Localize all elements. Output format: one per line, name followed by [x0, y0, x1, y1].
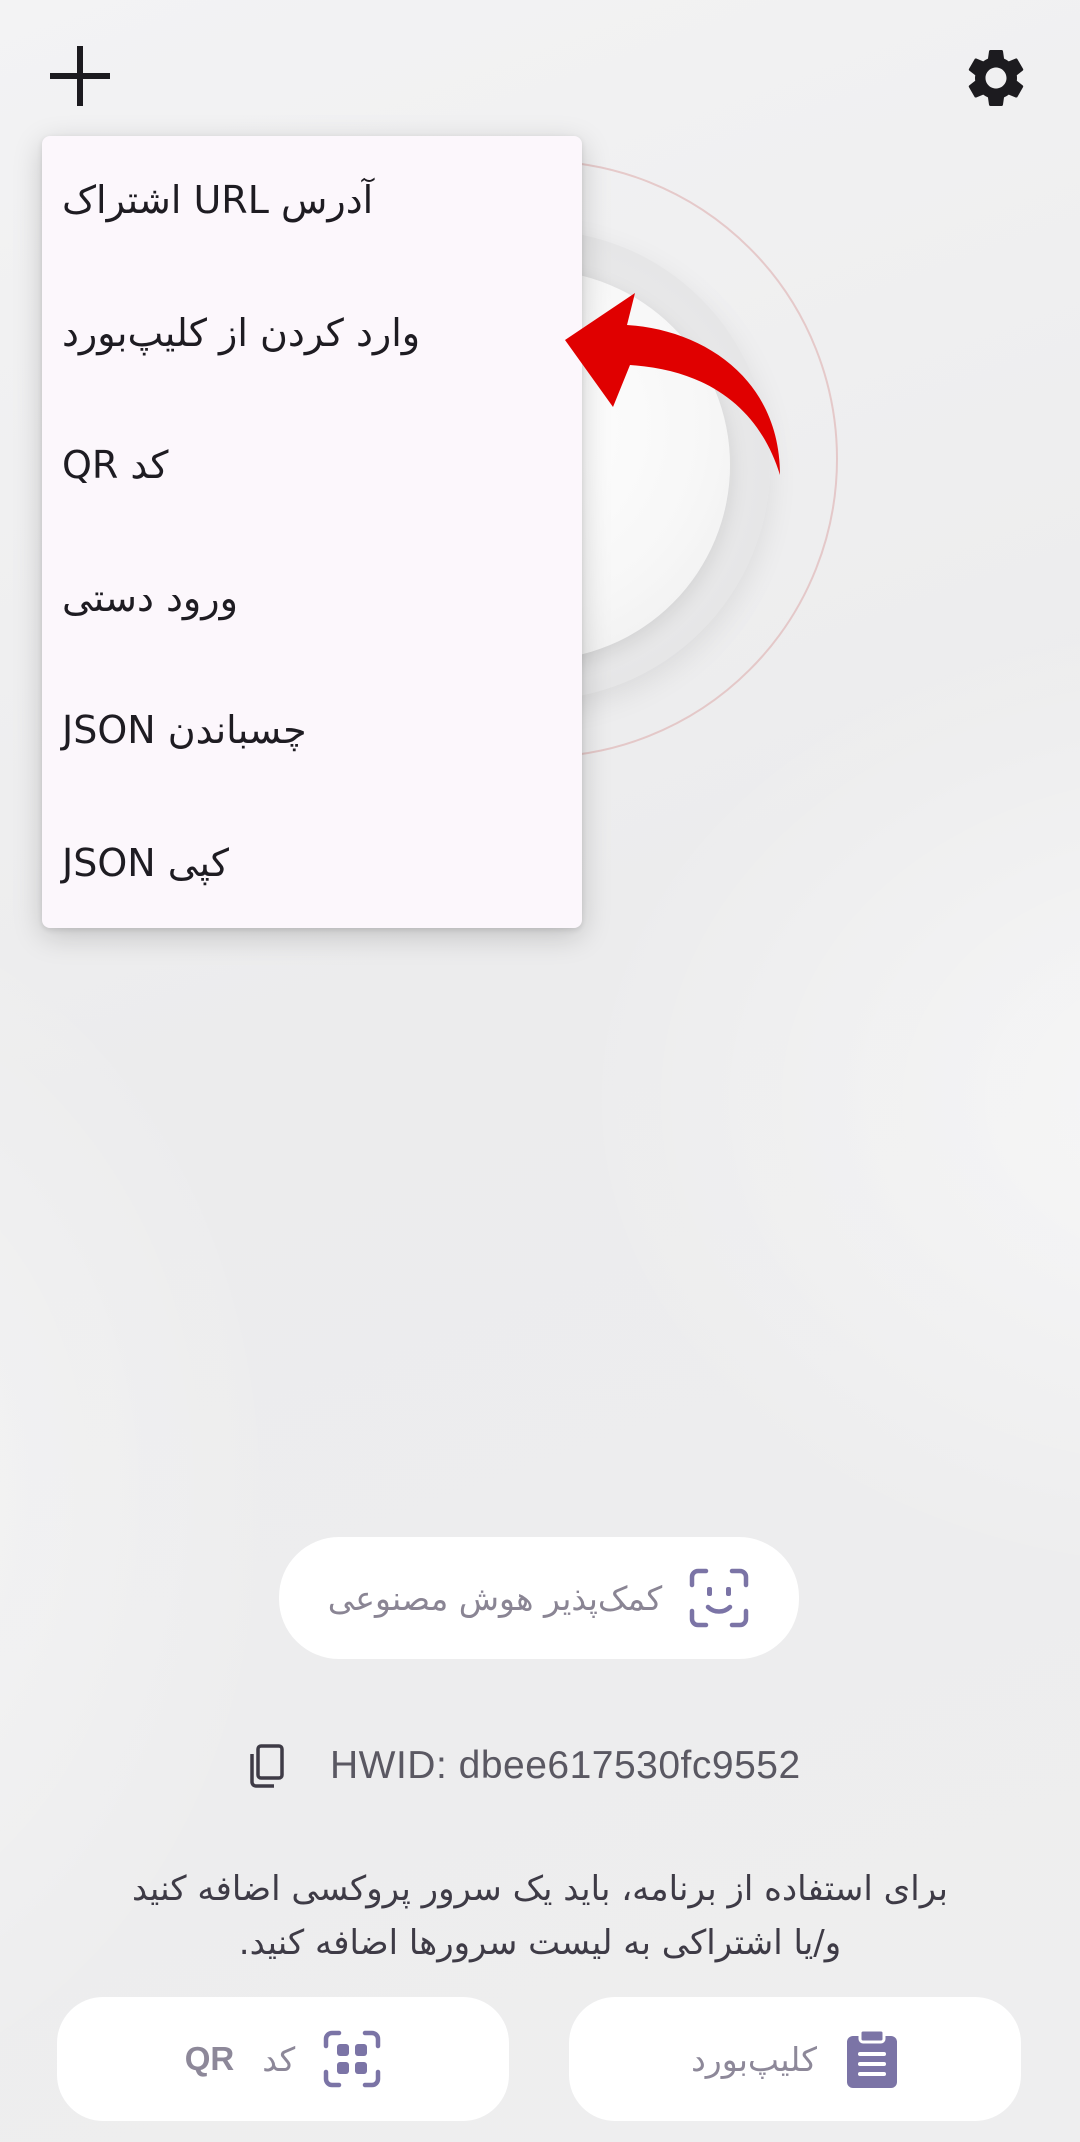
settings-button[interactable]	[950, 32, 1042, 124]
hwid-row[interactable]: HWID: dbee617530fc9552	[246, 1734, 801, 1798]
menu-item-import-clipboard[interactable]: وارد کردن از کلیپ‌بورد	[62, 288, 538, 378]
ai-helper-button[interactable]: کمک‌پذیر هوش مصنوعی	[279, 1537, 799, 1659]
hwid-text: HWID: dbee617530fc9552	[330, 1744, 801, 1787]
menu-item-paste-json[interactable]: چسباندن JSON	[62, 685, 538, 775]
menu-item-subscription-url[interactable]: آدرس URL اشتراک	[62, 155, 538, 245]
face-scan-icon	[689, 1568, 749, 1628]
clipboard-button-label: کلیپ‌بورد	[691, 2039, 817, 2079]
copy-icon[interactable]	[246, 1742, 288, 1790]
info-text: برای استفاده از برنامه، باید یک سرور پرو…	[60, 1862, 1020, 1970]
qr-button-label-word: کد	[262, 2039, 296, 2079]
qr-scan-button[interactable]: کد QR	[57, 1997, 509, 2121]
info-line-1: برای استفاده از برنامه، باید یک سرور پرو…	[132, 1869, 948, 1909]
arrow-annotation	[565, 293, 780, 475]
qr-button-label-code: QR	[184, 2040, 235, 2077]
gear-icon	[968, 49, 1024, 106]
info-line-2: و/یا اشتراکی به لیست سرورها اضافه کنید.	[238, 1923, 842, 1963]
add-server-menu: آدرس URL اشتراک وارد کردن از کلیپ‌بورد کد …	[42, 136, 582, 928]
clipboard-import-button[interactable]: کلیپ‌بورد	[569, 1997, 1021, 2121]
qr-scan-icon	[324, 2030, 381, 2088]
menu-item-qr-code[interactable]: کد QR	[62, 420, 538, 510]
clipboard-icon	[846, 2028, 897, 2088]
add-server-button[interactable]	[40, 36, 120, 116]
menu-item-manual-entry[interactable]: ورود دستی	[62, 553, 538, 643]
plus-icon	[50, 46, 110, 106]
ai-helper-label: کمک‌پذیر هوش مصنوعی	[327, 1578, 663, 1618]
menu-item-copy-json[interactable]: کپی JSON	[62, 818, 538, 908]
